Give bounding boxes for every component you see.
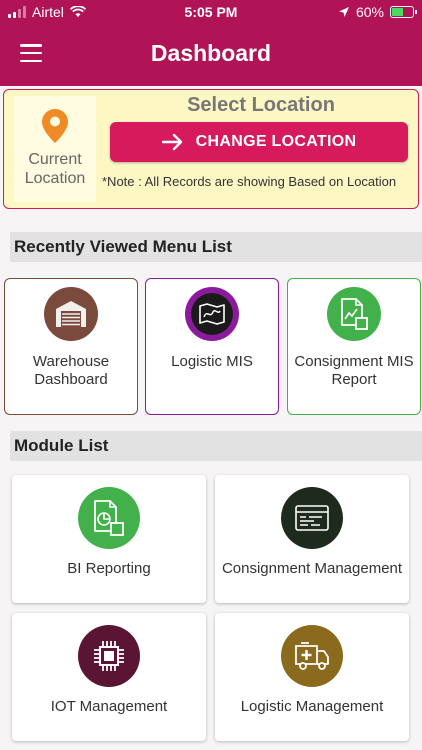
module-label: IOT Management <box>50 698 168 715</box>
module-label: Consignment Management <box>221 560 403 577</box>
map-icon <box>185 287 239 341</box>
recent-item-logistic-mis[interactable]: Logistic MIS <box>145 278 279 415</box>
change-location-label: CHANGE LOCATION <box>195 133 357 150</box>
location-pin-icon <box>42 109 68 143</box>
module-bi-reporting[interactable]: BI Reporting <box>12 475 206 603</box>
report-icon <box>327 287 381 341</box>
module-consignment-management[interactable]: Consignment Management <box>215 475 409 603</box>
bi-report-icon <box>78 487 140 549</box>
recent-item-label: Consignment MIS Report <box>294 353 414 388</box>
select-location-title: Select Location <box>187 94 335 116</box>
recent-item-label: Logistic MIS <box>171 353 253 370</box>
module-label: Logistic Management <box>240 698 384 715</box>
ambulance-icon <box>281 625 343 687</box>
page-title: Dashboard <box>150 40 272 66</box>
module-logistic-management[interactable]: Logistic Management <box>215 613 409 741</box>
recent-item-consignment-mis-report[interactable]: Consignment MIS Report <box>287 278 421 415</box>
recent-section-heading: Recently Viewed Menu List <box>10 232 422 262</box>
app-header: Airtel 5:05 PM 60% Dashboard <box>0 0 422 86</box>
recent-item-label: Warehouse Dashboard <box>32 353 110 388</box>
current-location[interactable]: Current Location <box>14 96 96 202</box>
module-iot-management[interactable]: IOT Management <box>12 613 206 741</box>
battery-percent: 60% <box>355 4 384 20</box>
location-card: Current Location Select Location CHANGE … <box>3 89 419 209</box>
status-bar: Airtel 5:05 PM 60% <box>0 0 422 24</box>
location-note: *Note : All Records are showing Based on… <box>102 174 397 189</box>
status-right: 60% <box>338 4 417 20</box>
chip-icon <box>78 625 140 687</box>
warehouse-icon <box>44 287 98 341</box>
recent-item-warehouse-dashboard[interactable]: Warehouse Dashboard <box>4 278 138 415</box>
change-location-button[interactable]: CHANGE LOCATION <box>110 122 408 162</box>
current-location-label: Current Location <box>24 151 86 187</box>
location-arrow-icon <box>338 7 349 17</box>
terminal-icon <box>281 487 343 549</box>
battery-icon <box>390 6 417 18</box>
module-label: BI Reporting <box>67 560 151 577</box>
module-section-heading: Module List <box>10 431 422 461</box>
arrow-right-icon <box>161 133 182 151</box>
